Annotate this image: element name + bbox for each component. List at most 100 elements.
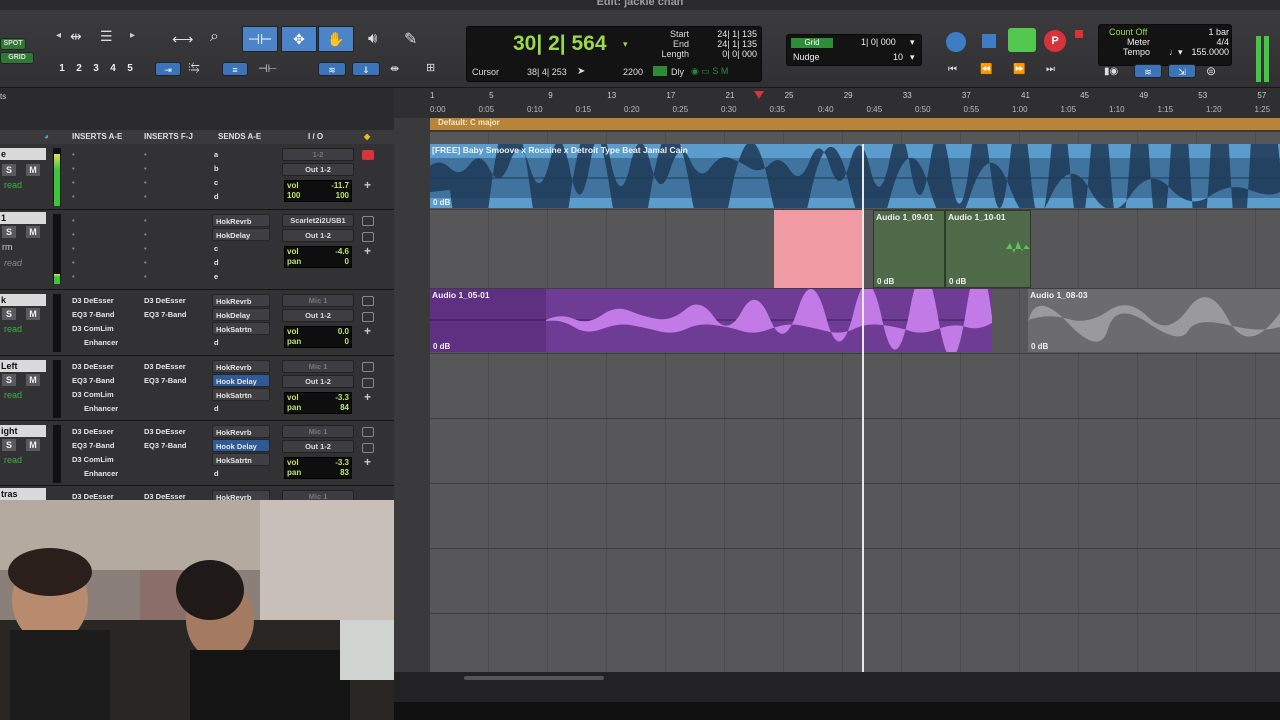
automation-mode[interactable]: read [4,390,22,400]
output-window-icon[interactable] [362,312,374,322]
send-slot[interactable]: d [214,256,219,269]
add-plugin-icon[interactable]: + [364,455,371,469]
output-window-icon[interactable] [362,232,374,242]
link-timeline-icon[interactable]: ⫶⇆ [188,62,199,75]
insert-slot-dot[interactable]: • [144,228,147,241]
mute-button[interactable]: M [26,164,40,176]
insert-slot[interactable]: D3 ComLim [72,322,114,335]
add-plugin-icon[interactable]: + [364,324,371,338]
track-name[interactable]: Left [0,360,46,372]
zoom-preset-2[interactable]: 2 [72,62,86,76]
volume-pan-display[interactable]: vol -3.3 pan 83 [284,457,352,479]
output-selector[interactable]: Out 1-2 [282,375,354,388]
insertion-follows-icon[interactable]: ⊣⊢ [258,62,277,75]
mirror-midi-button[interactable]: ≋ [318,62,346,76]
selector-tool-button[interactable]: ✥ [281,26,317,52]
zoom-preset-4[interactable]: 4 [106,62,120,76]
insert-slot-dot[interactable]: • [72,270,75,283]
add-plugin-icon[interactable]: + [364,244,371,258]
send-slot[interactable]: HokDelay [212,308,270,321]
output-selector[interactable]: Out 1-2 [282,229,354,242]
output-selector[interactable]: Out 1-2 [282,309,354,322]
grid-dropdown-icon[interactable]: ▾ [910,37,915,48]
input-selector[interactable]: 1-2 [282,148,354,161]
insert-slot-dot[interactable]: • [144,162,147,175]
add-plugin-icon[interactable]: + [364,178,371,192]
insert-slot[interactable]: D3 ComLim [72,388,114,401]
insert-slot[interactable]: EQ3 7-Band [144,374,187,387]
nudge-dropdown-icon[interactable]: ▾ [910,52,915,63]
send-slot[interactable]: a [214,148,218,161]
return-to-zero-icon[interactable]: ⏮ [948,64,957,75]
insert-slot[interactable]: D3 DeEsser [144,294,186,307]
zoom-preset-3[interactable]: 3 [89,62,103,76]
start-value[interactable]: 24| 1| 135 [701,29,757,39]
length-value[interactable]: 0| 0| 000 [701,49,757,59]
solo-button[interactable]: S [2,439,16,451]
audio-clip-1-10[interactable]: Audio 1_10-01 0 dB [945,210,1031,288]
insert-slot-dot[interactable]: • [144,256,147,269]
insert-slot-dot[interactable]: • [144,176,147,189]
waveform-zoom-icon[interactable]: ⇹ [70,28,92,46]
send-slot[interactable]: HokRevrb [212,490,270,500]
clip-gain[interactable]: 0 dB [433,198,450,207]
playhead-marker-icon[interactable] [754,91,764,99]
grid-toggle[interactable]: Grid [791,38,833,48]
insert-slot-dot[interactable]: • [72,148,75,161]
volume-pan-display[interactable]: vol 0.0 pan 0 [284,326,352,348]
delay-comp-icon[interactable] [653,66,667,76]
send-slot[interactable]: d [214,402,219,415]
track-name[interactable]: e [0,148,46,160]
stop-button[interactable] [982,34,996,48]
comments-icon[interactable]: ◆ [364,132,370,141]
zoom-preset-1[interactable]: 1 [55,62,69,76]
insert-slot[interactable]: EQ3 7-Band [72,374,115,387]
automation-mode[interactable]: read [4,324,22,334]
midi-zoom-icon[interactable]: ☰ [100,28,122,46]
record-enable-icon[interactable] [362,362,374,372]
scrollbar-thumb[interactable] [464,676,604,680]
automation-mode[interactable]: read [4,455,22,465]
key-signature-ruler[interactable]: Default: C major [430,118,1280,130]
insert-slot-dot[interactable]: • [72,214,75,227]
insert-slot[interactable]: D3 DeEsser [72,490,114,500]
insert-slot[interactable]: D3 ComLim [72,453,114,466]
track-name[interactable]: ight [0,425,46,437]
meter-value[interactable]: 4/4 [1199,37,1229,47]
record-enable-icon[interactable] [362,216,374,226]
clip-gain[interactable]: 0 dB [1031,342,1048,351]
send-slot[interactable]: e [214,270,218,283]
input-selector[interactable]: Mic 1 [282,294,354,307]
insert-slot[interactable]: Enhancer [84,467,118,480]
key-marker[interactable]: Default: C major [438,118,500,127]
send-slot[interactable]: d [214,467,219,480]
spot-mode-button[interactable]: SPOT [0,38,26,50]
send-slot[interactable]: b [214,162,219,175]
output-selector[interactable]: Out 1-2 [282,440,354,453]
record-enable-icon[interactable] [362,150,374,160]
count-off-bars[interactable]: 1 bar [1199,27,1229,37]
nudge-value[interactable]: 10 [893,52,903,62]
audio-clip-1-05[interactable]: Audio 1_05-01 0 dB [430,289,992,352]
main-counter[interactable]: 30| 2| 564 [513,32,607,56]
merge-mode-button[interactable]: ⇲ [1168,64,1196,78]
insert-slot[interactable]: Enhancer [84,402,118,415]
insert-slot-dot[interactable]: • [72,242,75,255]
insert-slot-dot[interactable]: • [72,256,75,269]
tempo-ruler-icon[interactable]: ⊜ [1206,64,1216,78]
zoom-out-arrow-icon[interactable]: ◂ [56,30,61,41]
track-name[interactable]: 1 [0,212,46,224]
end-value[interactable]: 24| 1| 135 [701,39,757,49]
insert-slot-dot[interactable]: • [144,242,147,255]
mute-button[interactable]: M [26,374,40,386]
insert-slot[interactable]: EQ3 7-Band [72,308,115,321]
track-name[interactable]: tras [0,488,46,500]
metronome-button[interactable]: ≋ [1134,64,1162,78]
zoomer-arrows-icon[interactable]: ⟷ [172,30,194,48]
add-plugin-icon[interactable]: + [364,390,371,404]
commands-focus-icon[interactable]: ⊞ [426,61,435,74]
input-selector[interactable]: Mic 1 [282,425,354,438]
output-window-icon[interactable] [362,378,374,388]
mute-button[interactable]: M [26,439,40,451]
zoom-tool-icon[interactable]: ⌕ [210,28,219,46]
